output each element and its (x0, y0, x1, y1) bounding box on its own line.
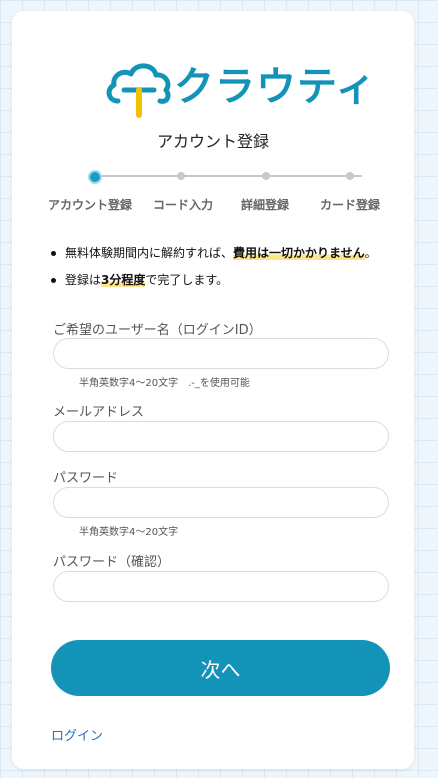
step-dot-2 (177, 172, 185, 180)
step-dot-3 (262, 172, 270, 180)
note-text: 。 (364, 246, 377, 260)
step-dot-1 (88, 170, 102, 184)
email-label: メールアドレス (53, 405, 145, 420)
username-input[interactable] (53, 338, 389, 369)
password-hint: 半角英数字4〜20文字 (79, 527, 179, 538)
progress-stepper (88, 167, 372, 187)
step-label-code: コード入力 (152, 198, 213, 212)
email-input[interactable] (53, 421, 389, 452)
note-highlight: 3分程度 (101, 273, 146, 287)
stepper-line (102, 175, 362, 177)
password-confirm-input[interactable] (53, 571, 389, 602)
password-label: パスワード (53, 471, 119, 486)
note-text: 登録は (65, 273, 102, 287)
info-list: 無料体験期間内に解約すれば、費用は一切かかりません。 登録は3分程度で完了します… (49, 243, 399, 297)
login-link[interactable]: ログイン (51, 725, 103, 744)
step-dot-4 (346, 172, 354, 180)
note-highlight: 費用は一切かかりません (233, 246, 365, 260)
username-hint: 半角英数字4〜20文字 .-_を使用可能 (79, 378, 250, 389)
password-input[interactable] (53, 487, 389, 518)
next-button[interactable]: 次へ (51, 640, 390, 696)
password-confirm-label: パスワード（確認） (53, 555, 171, 570)
page-title: アカウント登録 (156, 132, 269, 151)
step-label-card: カード登録 (319, 198, 380, 212)
note-text: で完了します。 (145, 273, 229, 287)
registration-card: T クラウティ アカウント登録 アカウント登録 コード入力 詳細登録 カード登録… (12, 11, 414, 769)
brand-name: クラウティ (174, 64, 377, 110)
note-text: 無料体験期間内に解約すれば、 (65, 246, 234, 260)
step-label-details: 詳細登録 (240, 198, 289, 212)
list-item: 無料体験期間内に解約すれば、費用は一切かかりません。 (49, 243, 399, 263)
brand-logo: T クラウティ (104, 57, 376, 119)
username-label: ご希望のユーザー名（ログインID） (53, 323, 262, 338)
cloud-logo-icon (106, 63, 171, 118)
step-label-account: アカウント登録 (47, 198, 132, 212)
list-item: 登録は3分程度で完了します。 (49, 270, 399, 290)
